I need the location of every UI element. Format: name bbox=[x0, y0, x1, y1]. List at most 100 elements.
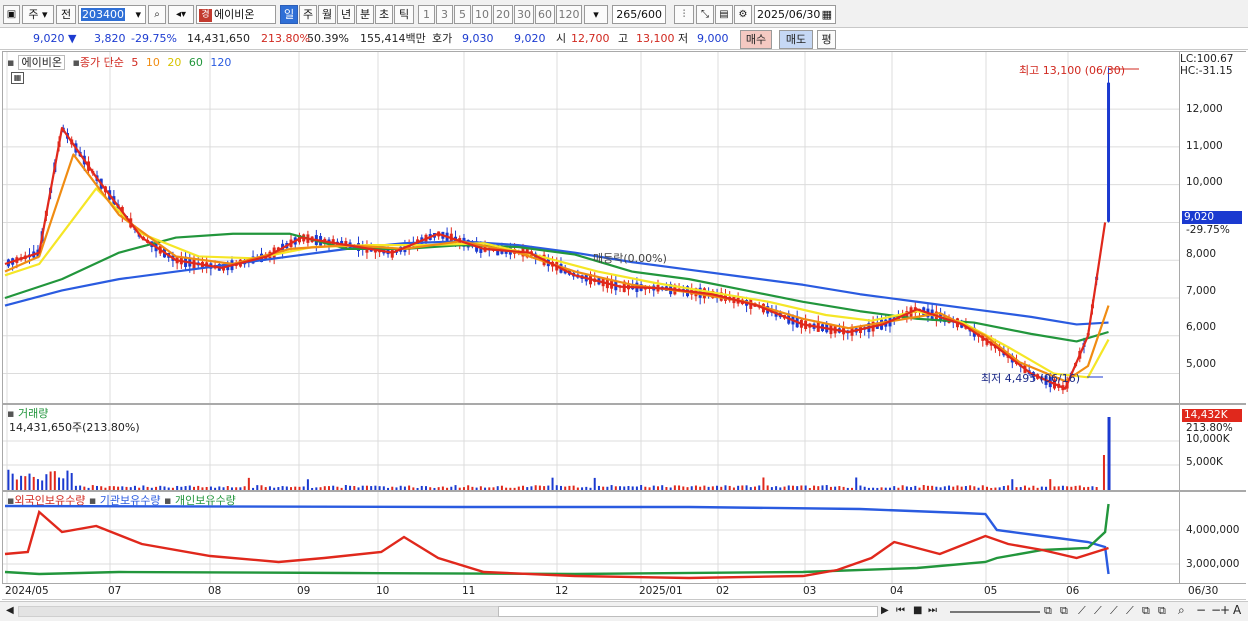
interval-dropdown[interactable]: ▾ bbox=[584, 5, 608, 24]
tab-day[interactable]: 일 bbox=[280, 5, 298, 24]
volume-y-tick: 5,000K bbox=[1186, 456, 1223, 468]
average-button[interactable]: 평 bbox=[817, 30, 836, 49]
forward-icon[interactable]: ⏭ bbox=[928, 605, 937, 616]
gear-icon[interactable]: ⚙ bbox=[734, 5, 752, 24]
candle-icon[interactable]: ⫶ bbox=[674, 5, 694, 24]
volume-bar bbox=[817, 486, 820, 490]
speaker-icon[interactable]: ◂▾ bbox=[168, 5, 194, 24]
scrollbar-thumb[interactable] bbox=[498, 606, 878, 617]
volume-bar bbox=[1007, 485, 1010, 490]
stock-code-input[interactable]: 203400 ▾ bbox=[78, 5, 146, 24]
volume-bar bbox=[87, 487, 90, 490]
volume-bar bbox=[159, 485, 162, 490]
scroll-right-icon[interactable]: ▶ bbox=[881, 605, 889, 616]
volume-bar bbox=[349, 485, 352, 490]
volume-bar bbox=[378, 486, 381, 490]
interval-120[interactable]: 120 bbox=[556, 5, 582, 24]
copy-icon[interactable]: ⧉ bbox=[1044, 604, 1052, 618]
volume-bar bbox=[197, 485, 200, 490]
volume-bar bbox=[24, 476, 27, 490]
volume-chart-panel[interactable]: ▪ 거래량 14,431,650주(213.80%) bbox=[2, 404, 1180, 491]
plus-icon[interactable]: + bbox=[1220, 603, 1230, 617]
high-price: 13,100 bbox=[636, 32, 675, 45]
period-select[interactable]: 주 ▾ bbox=[22, 5, 54, 24]
volume-bar bbox=[36, 479, 39, 490]
volume-bar bbox=[568, 485, 571, 490]
tab-month[interactable]: 월 bbox=[318, 5, 336, 24]
volume-bar bbox=[112, 486, 115, 490]
tab-second[interactable]: 초 bbox=[375, 5, 393, 24]
chart-type-icon[interactable]: ⧉ bbox=[1142, 604, 1150, 618]
volume-bar bbox=[290, 487, 293, 490]
minus-icon[interactable]: − bbox=[1196, 603, 1206, 617]
prev-button[interactable]: 전 bbox=[56, 5, 76, 24]
volume-bar bbox=[171, 487, 174, 490]
volume-bar bbox=[796, 486, 799, 490]
volume-bar bbox=[985, 486, 988, 490]
tab-minute[interactable]: 분 bbox=[356, 5, 374, 24]
buy-button[interactable]: 매수 bbox=[740, 30, 772, 49]
volume-bar bbox=[1011, 479, 1014, 490]
tab-tick[interactable]: 틱 bbox=[394, 5, 414, 24]
volume-bar bbox=[994, 487, 997, 490]
volume-bar bbox=[100, 486, 103, 490]
volume-bar bbox=[281, 486, 284, 490]
volume-bar bbox=[905, 486, 908, 490]
volume-bar bbox=[496, 486, 499, 490]
rewind-icon[interactable]: ⏮ bbox=[896, 605, 905, 616]
volume-bar bbox=[682, 486, 685, 490]
tab-year[interactable]: 년 bbox=[337, 5, 355, 24]
volume-bar bbox=[95, 485, 98, 490]
low-price: 9,000 bbox=[697, 32, 729, 45]
volume-bar bbox=[138, 487, 141, 490]
draw-icon[interactable]: ⤡ bbox=[696, 5, 714, 24]
price-chart-panel[interactable]: ▪ 에이비온 ▪종가 단순 5 10 20 60 120 ▦ 최고 13,100 … bbox=[2, 51, 1180, 404]
zoom-icon[interactable]: ⌕ bbox=[1178, 603, 1185, 618]
interval-30[interactable]: 30 bbox=[514, 5, 534, 24]
volume-bar bbox=[155, 486, 158, 490]
holdings-chart-panel[interactable]: ▪외국인보유수량 ▪ 기관보유수량 ▪ 개인보유수량 bbox=[2, 491, 1180, 584]
count-value: 265 bbox=[616, 8, 638, 21]
stock-name-field[interactable]: 경 에이비온 bbox=[196, 5, 276, 24]
volume-bar bbox=[433, 487, 436, 490]
volume-bar bbox=[353, 486, 356, 490]
tab-week[interactable]: 주 bbox=[299, 5, 317, 24]
ruler-icon[interactable]: ⟋ bbox=[1094, 604, 1102, 618]
volume-bar bbox=[1074, 485, 1077, 490]
chart-toolbar: ▣ 주 ▾ 전 203400 ▾ ⌕ ◂▾ 경 에이비온 일 주 월 년 분 초 틱… bbox=[0, 0, 1248, 28]
zoom-slider[interactable] bbox=[950, 611, 1040, 613]
turnover-rate: 50.39% bbox=[307, 32, 349, 45]
save-icon[interactable]: ▤ bbox=[715, 5, 733, 24]
volume-bar bbox=[918, 487, 921, 490]
count-input[interactable]: 265/600 bbox=[612, 5, 666, 24]
interval-10[interactable]: 10 bbox=[472, 5, 492, 24]
scroll-left-icon[interactable]: ◀ bbox=[6, 605, 14, 616]
font-size-icon[interactable]: A bbox=[1233, 603, 1241, 617]
volume-bar bbox=[302, 486, 305, 490]
interval-1[interactable]: 1 bbox=[418, 5, 435, 24]
measure-icon[interactable]: ⟋ bbox=[1078, 604, 1086, 618]
calendar-icon[interactable]: ▦ bbox=[822, 6, 832, 23]
volume-bar bbox=[201, 487, 204, 490]
interval-3[interactable]: 3 bbox=[436, 5, 453, 24]
volume-bar bbox=[306, 479, 309, 490]
date-input[interactable]: 2025/06/30 ▦ bbox=[754, 5, 836, 24]
interval-20[interactable]: 20 bbox=[493, 5, 513, 24]
ruler-icon[interactable]: ⟋ bbox=[1110, 604, 1118, 618]
volume-bar bbox=[425, 486, 428, 490]
stop-icon[interactable]: ■ bbox=[913, 605, 922, 616]
volume-bar bbox=[11, 473, 14, 490]
stock-code-value: 203400 bbox=[81, 8, 125, 21]
volume-bar bbox=[711, 486, 714, 490]
volume-bar bbox=[791, 485, 794, 490]
search-icon[interactable]: ⌕ bbox=[148, 5, 166, 24]
interval-60[interactable]: 60 bbox=[535, 5, 555, 24]
interval-5[interactable]: 5 bbox=[454, 5, 471, 24]
sell-button[interactable]: 매도 bbox=[779, 30, 813, 49]
ruler-icon[interactable]: ⟋ bbox=[1126, 604, 1134, 618]
volume-bar bbox=[214, 487, 217, 490]
tools-icon[interactable]: ⧉ bbox=[1060, 604, 1068, 618]
window-icon[interactable]: ▣ bbox=[3, 5, 20, 24]
chart-type-icon[interactable]: ⧉ bbox=[1158, 604, 1166, 618]
volume-bar bbox=[749, 487, 752, 490]
